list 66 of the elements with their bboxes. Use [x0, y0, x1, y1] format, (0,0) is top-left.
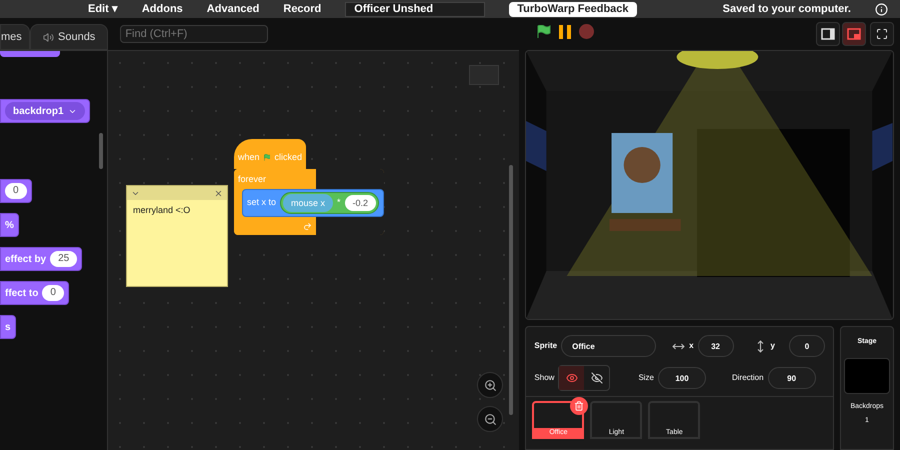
- operator-sign: *: [337, 196, 341, 210]
- zoom-out-button[interactable]: [477, 406, 504, 432]
- fullscreen-icon: [876, 28, 888, 40]
- motion-block[interactable]: set x to mouse x * -0.2: [242, 189, 384, 217]
- layout-icon: [847, 28, 861, 40]
- palette-block[interactable]: backdrop1: [0, 99, 90, 123]
- close-icon[interactable]: [214, 188, 223, 198]
- zoom-in-icon: [484, 378, 497, 392]
- number-input[interactable]: 0: [5, 183, 27, 199]
- layout-icon: [821, 28, 835, 40]
- eye-icon: [566, 372, 578, 384]
- y-label: y: [770, 340, 775, 352]
- direction-label: Direction: [732, 372, 764, 384]
- block-label: ffect to: [5, 286, 38, 300]
- loop-block[interactable]: forever set x to mouse x * -0.2: [234, 169, 384, 235]
- direction-field[interactable]: 90: [768, 367, 816, 389]
- palette-block[interactable]: %: [0, 213, 19, 237]
- menu-item[interactable]: Advanced: [206, 0, 260, 18]
- palette-block[interactable]: effect by 25: [0, 247, 82, 271]
- info-icon[interactable]: [875, 2, 888, 16]
- sprite-name-field[interactable]: Office: [561, 335, 656, 357]
- menu-item[interactable]: Addons: [142, 0, 183, 18]
- delete-button[interactable]: [570, 397, 588, 415]
- palette-block[interactable]: s: [0, 315, 16, 339]
- menu-item[interactable]: Record: [283, 0, 322, 18]
- project-title-field[interactable]: Officer Unshed: [345, 2, 486, 16]
- scrollbar[interactable]: [99, 133, 103, 169]
- trash-icon: [574, 401, 584, 411]
- number-input[interactable]: -0.2: [344, 195, 376, 211]
- fullscreen-button[interactable]: [870, 22, 894, 46]
- sprite-label: Sprite: [534, 340, 558, 352]
- operator-block[interactable]: mouse x * -0.2: [280, 192, 380, 214]
- feedback-button[interactable]: TurboWarp Feedback: [509, 2, 637, 16]
- save-status: Saved to your computer.: [722, 2, 851, 17]
- number-input[interactable]: 0: [42, 285, 64, 301]
- comment-note[interactable]: merryland <:O: [126, 185, 228, 287]
- comment-text: merryland <:O: [132, 204, 192, 217]
- show-button[interactable]: [559, 366, 584, 390]
- number-input[interactable]: 25: [50, 251, 78, 267]
- pause-button[interactable]: [558, 24, 572, 38]
- size-label: Size: [638, 372, 654, 384]
- block-label: %: [5, 218, 14, 232]
- eye-off-icon: [590, 372, 603, 384]
- menu-item[interactable]: Edit ▾: [88, 0, 118, 18]
- scrollbar[interactable]: [509, 165, 514, 415]
- dropdown-input[interactable]: backdrop1: [5, 102, 85, 120]
- backdrop-thumbnail[interactable]: [844, 358, 890, 394]
- y-field[interactable]: 0: [789, 335, 825, 357]
- large-stage-button[interactable]: [842, 22, 866, 46]
- find-field[interactable]: Find (Ctrl+F): [120, 25, 268, 43]
- editor-tab[interactable]: Sounds: [30, 24, 108, 50]
- loop-arrow-icon: [303, 222, 312, 230]
- minimap: [469, 65, 500, 85]
- zoom-out-icon: [484, 412, 497, 426]
- size-field[interactable]: 100: [658, 367, 706, 389]
- x-label: x: [689, 340, 694, 352]
- show-label: Show: [534, 372, 554, 384]
- palette-block[interactable]: ffect to 0: [0, 281, 69, 305]
- x-field[interactable]: 32: [698, 335, 734, 357]
- speaker-icon: [43, 32, 54, 42]
- editor-tab[interactable]: mes: [0, 24, 30, 50]
- block-label: s: [5, 320, 11, 334]
- palette-block[interactable]: 0: [0, 179, 32, 203]
- block-label: effect by: [5, 252, 46, 266]
- small-stage-button[interactable]: [816, 22, 840, 46]
- zoom-in-button[interactable]: [477, 372, 504, 398]
